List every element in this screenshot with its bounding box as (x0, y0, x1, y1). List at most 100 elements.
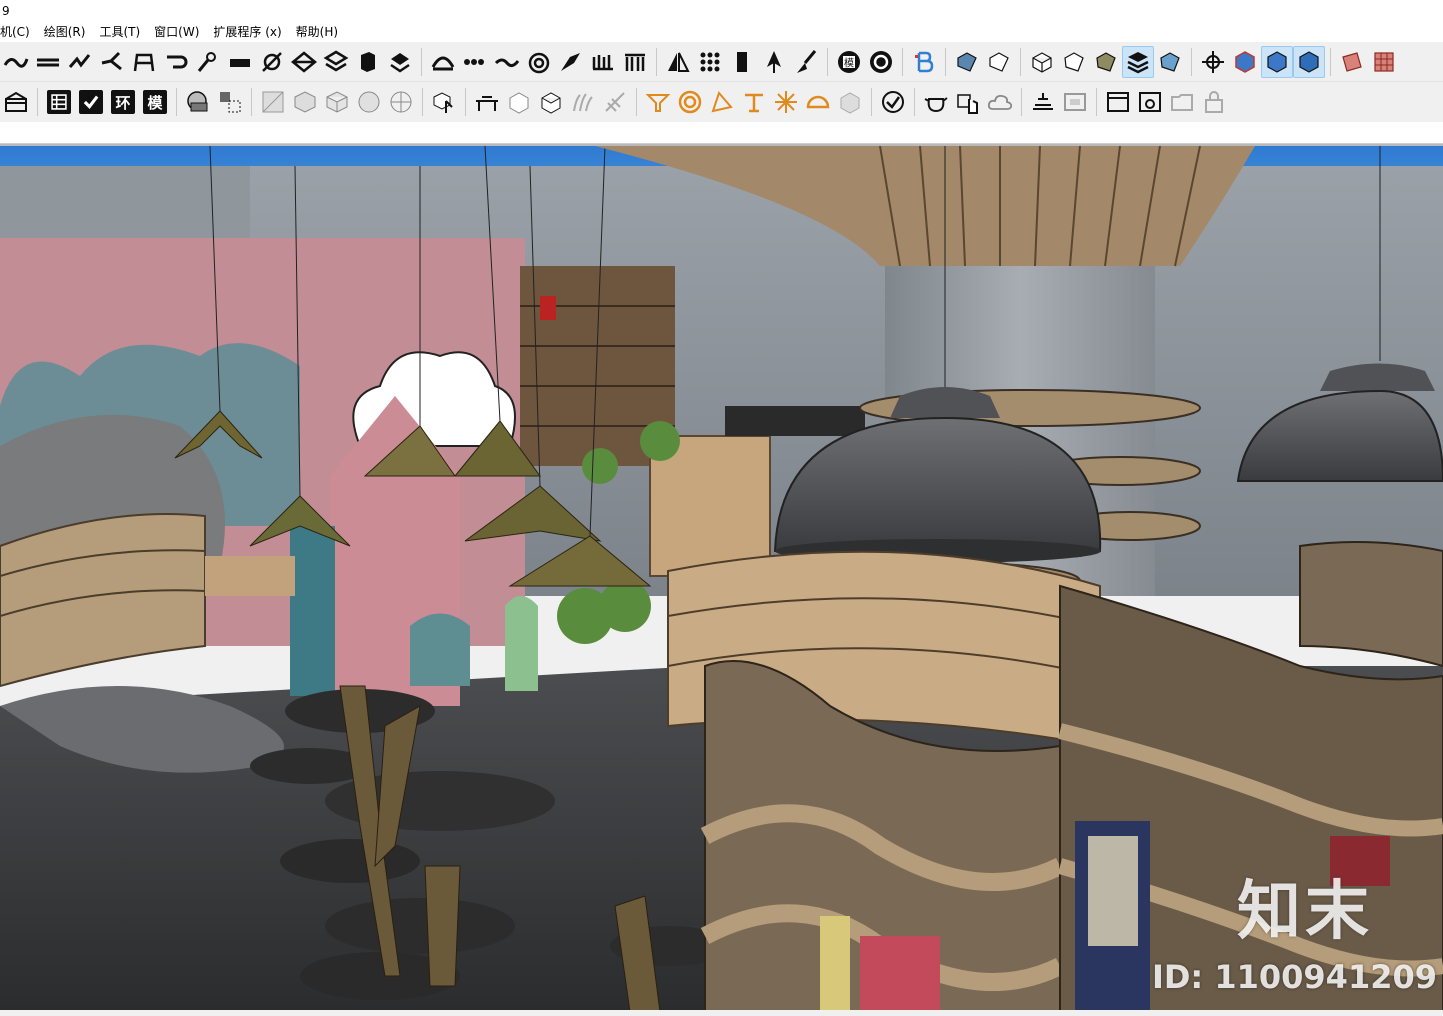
arc-tool[interactable] (427, 46, 459, 78)
box-split-tool[interactable] (352, 46, 384, 78)
circle-plugin-button[interactable] (865, 46, 897, 78)
pen-tool[interactable] (758, 46, 790, 78)
sphere-textured-button[interactable] (353, 86, 385, 118)
line-tool[interactable] (32, 46, 64, 78)
circle-ring-button[interactable] (674, 86, 706, 118)
folder-button[interactable] (1166, 86, 1198, 118)
texture-grid-button[interactable] (1368, 46, 1400, 78)
sphere-icon (187, 91, 208, 112)
sparkle-button[interactable] (770, 86, 802, 118)
spiral-icon (528, 52, 550, 73)
layer-tool[interactable] (224, 46, 256, 78)
move-target-button[interactable] (1197, 46, 1229, 78)
menu-draw[interactable]: 绘图(R) (38, 22, 94, 42)
cube-textured-2-button[interactable] (321, 86, 353, 118)
cut-icon (561, 52, 580, 71)
lock-icon (1205, 91, 1223, 113)
material-button[interactable] (1336, 46, 1368, 78)
cube-textured-button[interactable] (289, 86, 321, 118)
menu-tools[interactable]: 工具(T) (93, 22, 148, 42)
cube-grey-button[interactable] (834, 86, 866, 118)
leaf-button[interactable] (599, 86, 631, 118)
cube-light-3-button[interactable] (535, 86, 567, 118)
mo-plugin-button[interactable]: 模 (833, 46, 865, 78)
mo-button[interactable]: 模 (139, 86, 171, 118)
box-open-button[interactable] (1026, 46, 1058, 78)
menu-camera[interactable]: 机(C) (0, 22, 38, 42)
link-tool[interactable] (256, 46, 288, 78)
lamp-table-button[interactable] (642, 86, 674, 118)
menu-extensions[interactable]: 扩展程序 (x) (207, 22, 289, 42)
cut-tool[interactable] (555, 46, 587, 78)
grass-icon (573, 93, 593, 112)
bird-tool[interactable] (96, 46, 128, 78)
hand-pointer-button[interactable] (952, 86, 984, 118)
grass-button[interactable] (567, 86, 599, 118)
cube-outline-button[interactable] (983, 46, 1015, 78)
eraser-stack-tool[interactable] (384, 46, 416, 78)
window-2-button[interactable] (1134, 86, 1166, 118)
hook-tool[interactable] (160, 46, 192, 78)
letter-b-button[interactable] (908, 46, 940, 78)
wave-tool[interactable] (491, 46, 523, 78)
triangle-light-button[interactable] (706, 86, 738, 118)
chair-tool[interactable] (128, 46, 160, 78)
brush-tool[interactable] (790, 46, 822, 78)
cloud-button[interactable] (984, 86, 1016, 118)
cube-light-2-button[interactable] (503, 86, 535, 118)
cube-select-blue-button[interactable] (1229, 46, 1261, 78)
cube-textured-2-icon (326, 91, 348, 113)
diamond-mesh-tool[interactable] (288, 46, 320, 78)
box-open-2-button[interactable] (1058, 46, 1090, 78)
link-icon (262, 51, 282, 72)
sphere-button[interactable] (182, 86, 214, 118)
cube-olive-button[interactable] (1090, 46, 1122, 78)
menu-help[interactable]: 帮助(H) (290, 22, 346, 42)
dots-line-tool[interactable] (459, 46, 491, 78)
pointer-box-button[interactable] (428, 86, 460, 118)
house-button[interactable] (0, 86, 32, 118)
cube-blue-button[interactable] (951, 46, 983, 78)
sketchup-window: 9 机(C) 绘图(R) 工具(T) 窗口(W) 扩展程序 (x) 帮助(H) (0, 0, 1443, 1016)
grid-table-button[interactable] (43, 86, 75, 118)
transform-button[interactable] (214, 86, 246, 118)
columns-tool[interactable] (619, 46, 651, 78)
half-disc-button[interactable] (802, 86, 834, 118)
teapot-button[interactable] (920, 86, 952, 118)
transform-icon (220, 92, 241, 113)
hand-pointer-icon (957, 94, 978, 114)
cube-select-blue-2-button[interactable] (1261, 45, 1293, 78)
stool-button[interactable] (738, 86, 770, 118)
layers-black-button[interactable] (1122, 45, 1154, 78)
sphere-checker-button[interactable] (385, 86, 417, 118)
curve-tool[interactable] (0, 46, 32, 78)
hand-draw-tool[interactable] (64, 46, 96, 78)
spiral-tool[interactable] (523, 46, 555, 78)
move-target-icon (1202, 50, 1224, 73)
columns-icon (625, 53, 645, 71)
desk-button[interactable] (471, 86, 503, 118)
cube-light-button[interactable] (1154, 46, 1186, 78)
panel-icon (737, 51, 747, 72)
material-icon (1342, 51, 1362, 72)
cube-select-blue-3-button[interactable] (1293, 45, 1325, 78)
line-icon (37, 58, 59, 66)
toolbar-separator (465, 88, 466, 116)
cylinder-array-tool[interactable] (587, 46, 619, 78)
panel-tool[interactable] (726, 46, 758, 78)
texture-1-button[interactable] (257, 86, 289, 118)
menu-bar: 机(C) 绘图(R) 工具(T) 窗口(W) 扩展程序 (x) 帮助(H) (0, 22, 1443, 42)
check-circle-button[interactable] (877, 86, 909, 118)
lock-button[interactable] (1198, 86, 1230, 118)
frame-button[interactable] (1059, 86, 1091, 118)
diamond-stack-tool[interactable] (320, 46, 352, 78)
huan-button[interactable]: 环 (107, 86, 139, 118)
window-button[interactable] (1102, 86, 1134, 118)
model-viewport[interactable]: 知末 ID: 1100941209 (0, 144, 1443, 1010)
mirror-tool[interactable] (662, 46, 694, 78)
checkbox-button[interactable] (75, 86, 107, 118)
grid-dots-tool[interactable] (694, 46, 726, 78)
menu-window[interactable]: 窗口(W) (148, 22, 207, 42)
sun-bed-button[interactable] (1027, 86, 1059, 118)
pin-tool[interactable] (192, 46, 224, 78)
